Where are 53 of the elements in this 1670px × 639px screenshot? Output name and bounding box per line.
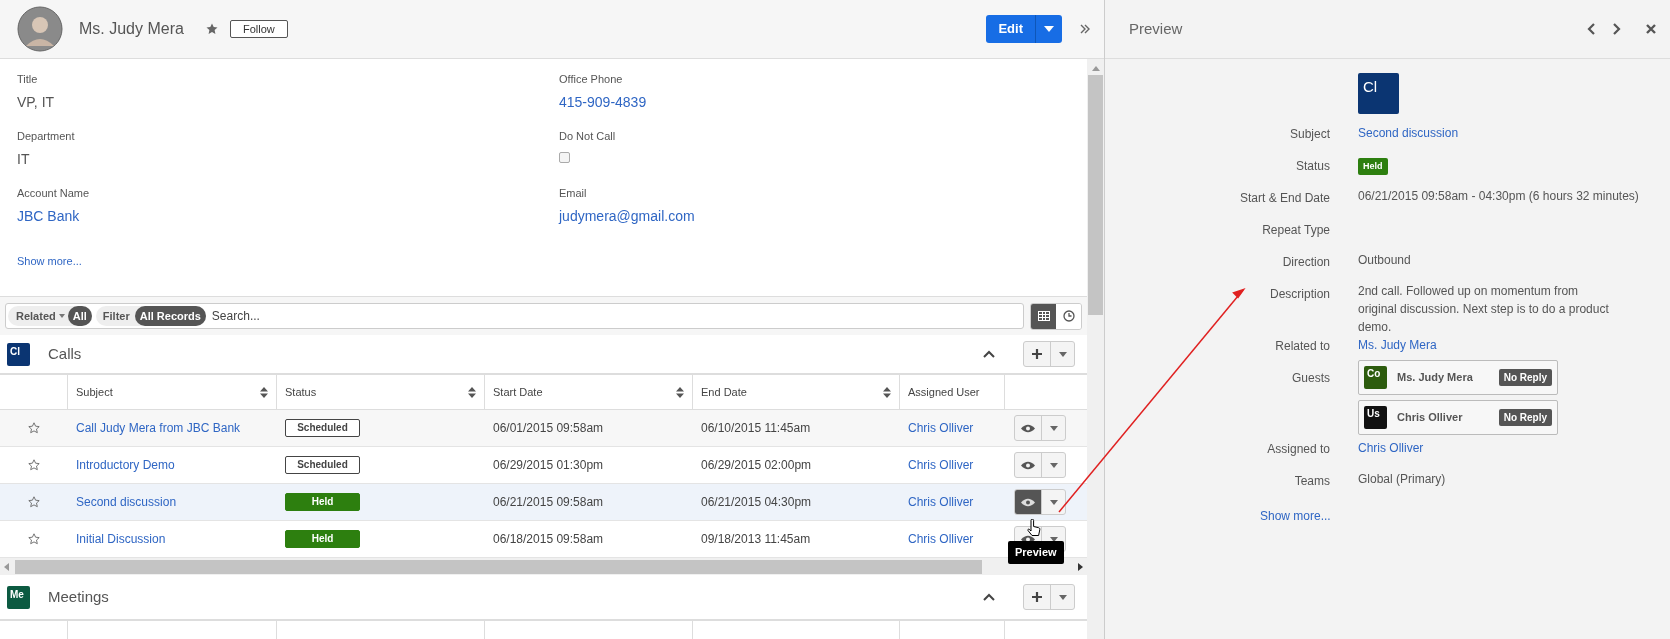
module-badge: Cl (7, 342, 30, 366)
field-label: Title (17, 72, 39, 87)
field-label: Office Phone (559, 72, 624, 87)
module-badge: Us (1364, 406, 1387, 429)
panel-title: Preview (1129, 18, 1183, 39)
field-label: Repeat Type (1262, 223, 1330, 237)
field-value: 2nd call. Followed up on momentum from original discussion. Next step is to do a product demo. (1358, 283, 1610, 336)
status-label: Scheduled (285, 456, 360, 474)
field-label: Guests (1292, 371, 1330, 385)
field-label: Do Not Call (559, 129, 617, 144)
section-title: Meetings (48, 586, 109, 607)
filter-label: Filter (102, 308, 130, 324)
reply-status: No Reply (1498, 369, 1552, 386)
field-value: IT (17, 149, 30, 169)
field-label: Direction (1282, 255, 1330, 269)
module-badge: Cl (1358, 73, 1399, 114)
table-cell-text: 06/18/2015 09:58am (493, 531, 604, 548)
record-name: Ms. Judy Mera (79, 19, 184, 39)
guest-name: Chris Olliver (1397, 410, 1463, 426)
table-cell-text: 09/18/2013 11:45am (701, 531, 811, 548)
field-label: Subject (1289, 127, 1330, 141)
field-value: Outbound (1358, 252, 1411, 269)
module-badge: Me (7, 585, 30, 609)
table-cell-text: 06/29/2015 02:00pm (701, 457, 812, 474)
filter-label: Related (16, 308, 56, 324)
table-cell-text: 06/29/2015 01:30pm (493, 457, 604, 474)
field-value: 06/21/2015 09:58am - 04:30pm (6 hours 32 minutes) (1358, 188, 1639, 205)
table-cell-text: 06/10/2015 11:45am (701, 420, 811, 437)
field-label: Email (559, 186, 588, 201)
reply-status: No Reply (1498, 409, 1552, 426)
status-label: Held (285, 493, 360, 511)
status-label: Held (1358, 158, 1388, 175)
field-value: VP, IT (17, 92, 55, 112)
status-label: Scheduled (285, 419, 360, 437)
module-badge: Co (1364, 366, 1387, 389)
guest-name: Ms. Judy Mera (1397, 370, 1473, 386)
field-label: Teams (1294, 474, 1330, 488)
field-label: Related to (1275, 339, 1330, 353)
field-label: Status (1295, 159, 1330, 173)
section-title: Calls (48, 343, 82, 364)
filter-pill: All Records (134, 306, 206, 326)
field-label: Start & End Date (1239, 191, 1330, 205)
table-cell-text: 06/21/2015 09:58am (493, 494, 604, 511)
status-label: Held (285, 530, 360, 548)
field-label: Account Name (17, 186, 91, 201)
tooltip: Preview (1008, 541, 1064, 564)
table-cell-text: 06/01/2015 09:58am (493, 420, 604, 437)
table-cell-text: 06/21/2015 04:30pm (701, 494, 812, 511)
field-value: Global (Primary) (1358, 471, 1446, 488)
filter-pill: All (67, 306, 92, 326)
field-label: Assigned to (1267, 442, 1330, 456)
field-label: Description (1269, 287, 1330, 301)
field-label: Department (17, 129, 76, 144)
